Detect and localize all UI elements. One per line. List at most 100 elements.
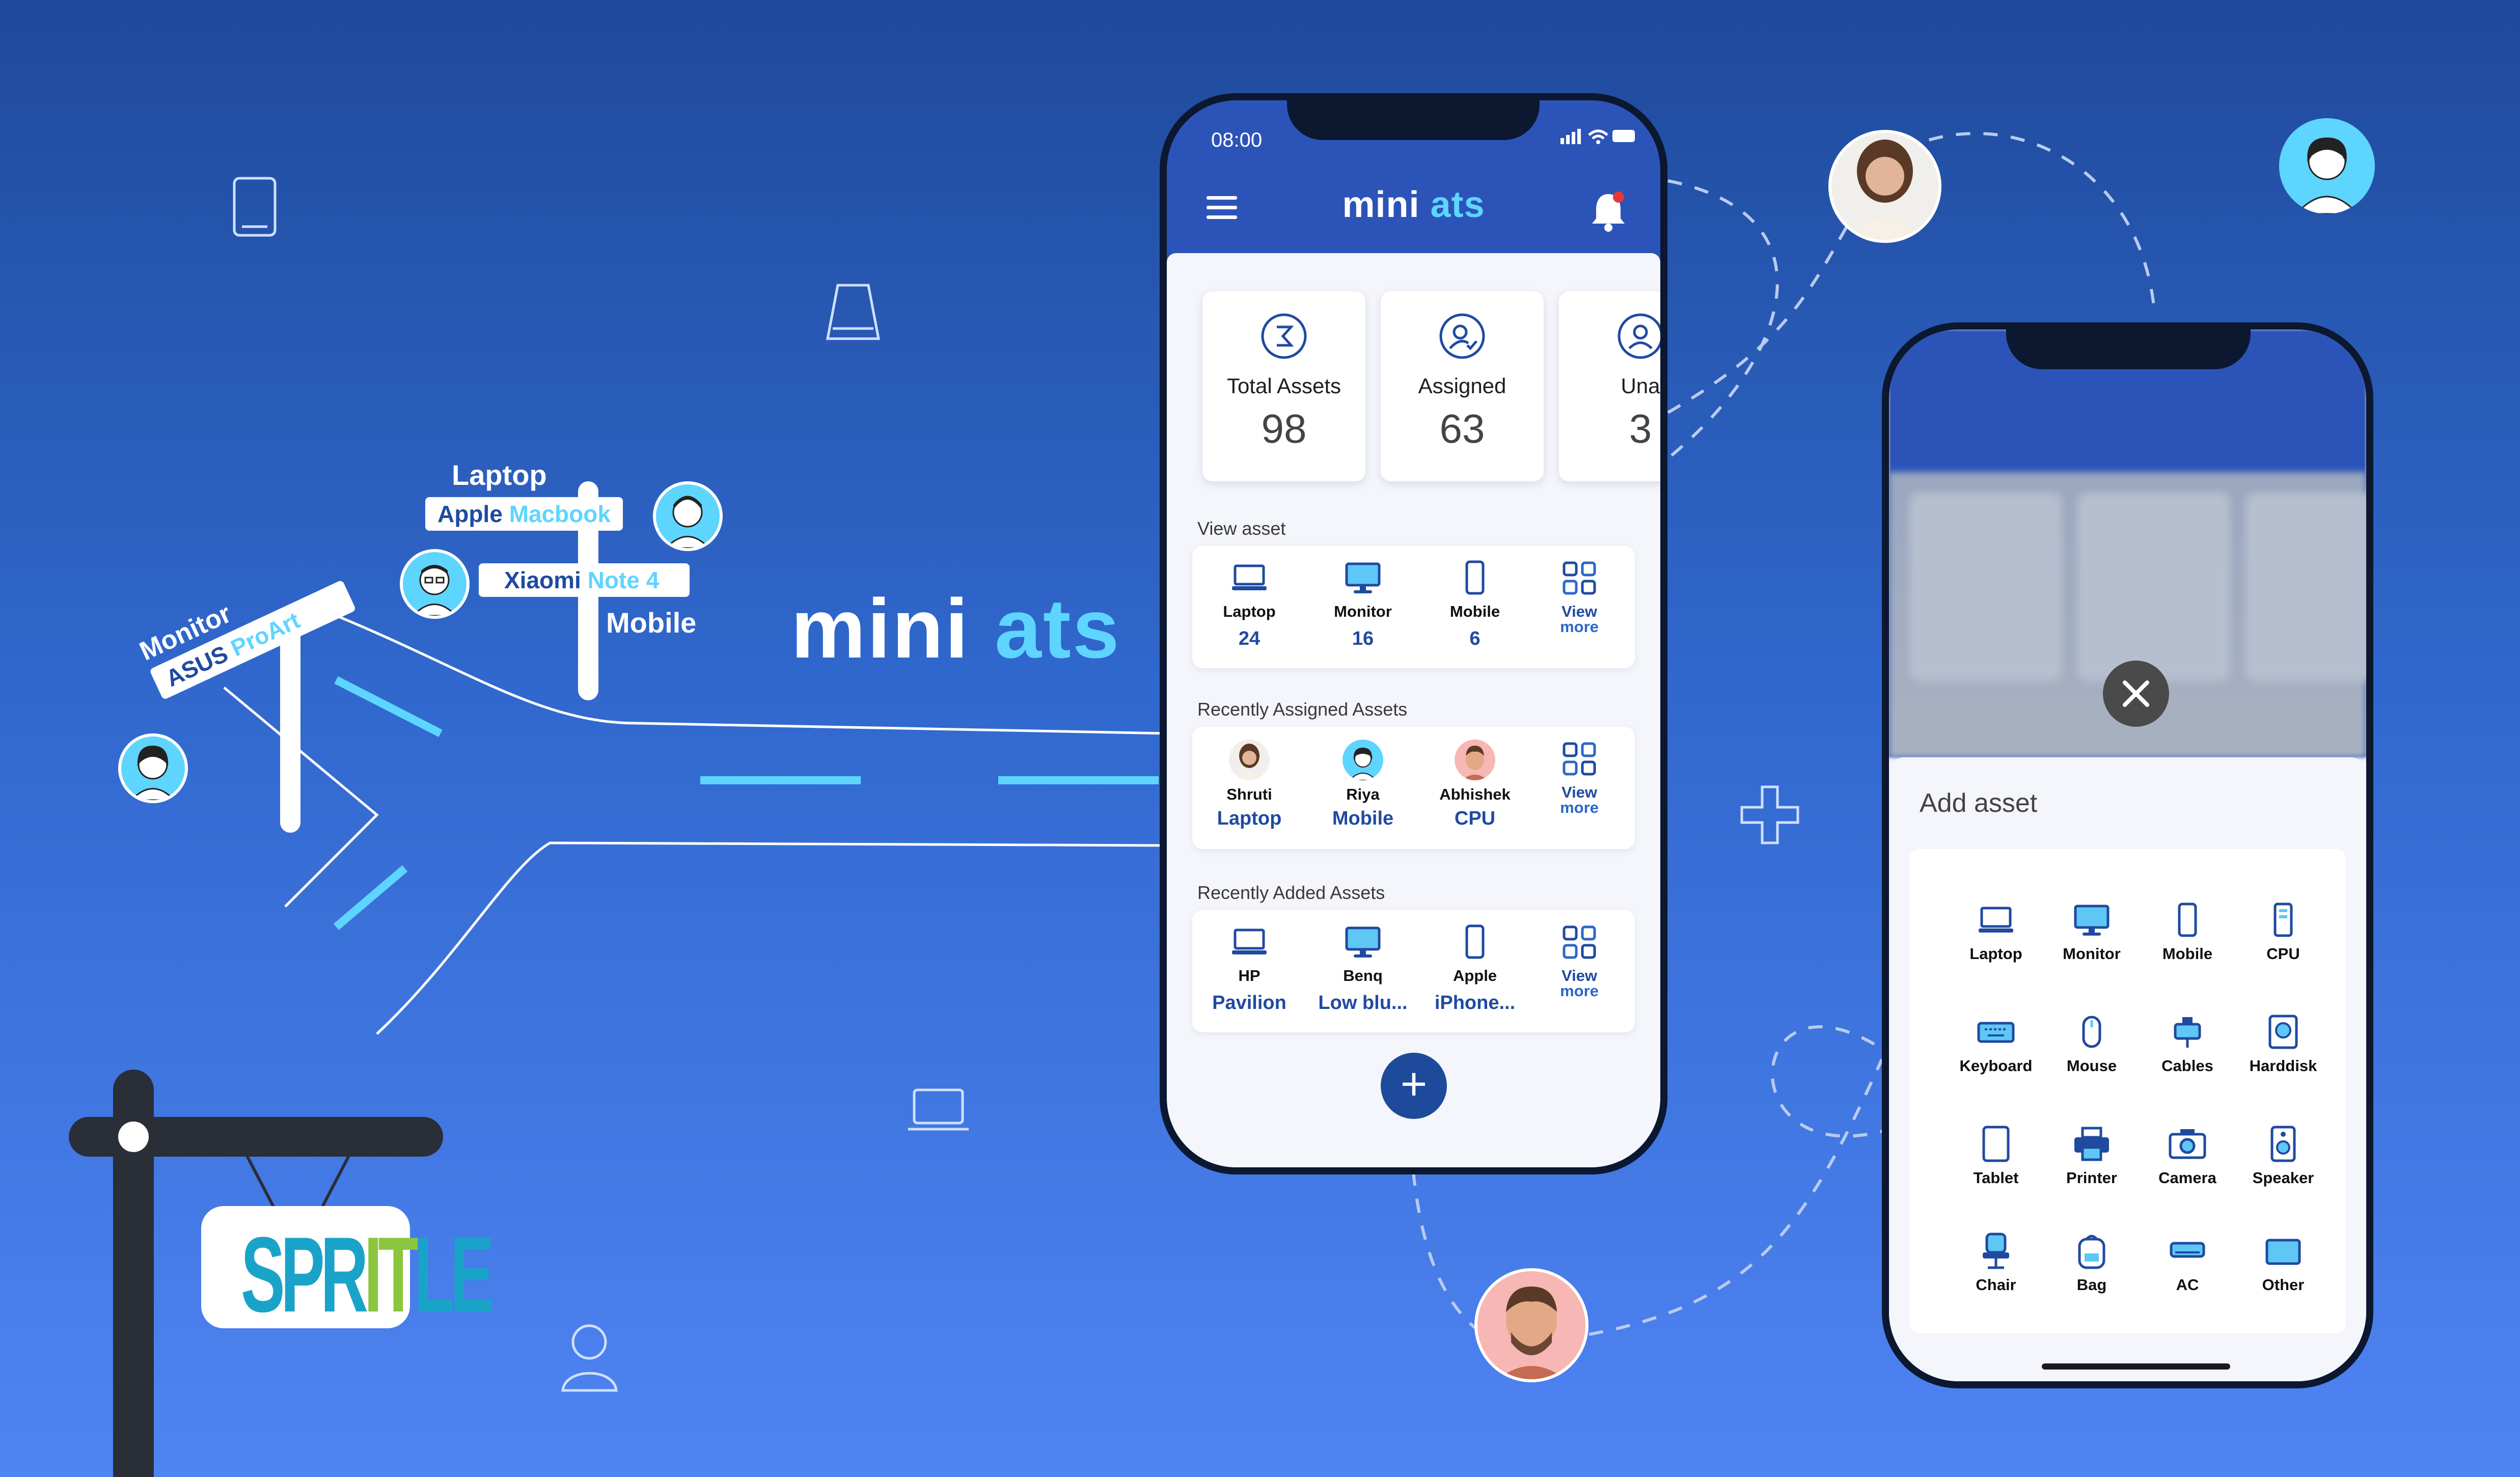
asset-option-other[interactable]: Other <box>2232 1231 2334 1294</box>
recently-assigned-card: Shruti Laptop Riya Mobile Abhishek CPU V… <box>1192 727 1635 849</box>
phone-add-asset: Add asset Laptop Monitor Mobile CPU Keyb… <box>1882 322 2373 1388</box>
logo-part-3: LE <box>414 1215 495 1334</box>
status-time: 08:00 <box>1211 129 1263 151</box>
section-title-view-asset: View asset <box>1197 518 1286 539</box>
added-item-apple[interactable]: Apple iPhone... <box>1424 923 1526 1014</box>
asset-option-label: Bag <box>2076 1276 2107 1294</box>
assigned-item-abhishek[interactable]: Abhishek CPU <box>1424 740 1526 830</box>
asset-type-grid: Laptop Monitor Mobile CPU Keyboard Mouse… <box>1909 849 2346 1333</box>
laptop-icon <box>1232 928 1267 954</box>
assigned-item-riya[interactable]: Riya Mobile <box>1312 740 1414 830</box>
spritle-wordmark: SPRITLE <box>240 1213 495 1336</box>
stat-card-unassigned[interactable]: Una 3 <box>1559 291 1660 481</box>
man-photo-avatar <box>1474 1268 1588 1382</box>
tablet-outline-icon <box>233 177 277 237</box>
laptop-outline-icon <box>908 1088 969 1131</box>
harddisk-icon <box>2268 1015 2298 1049</box>
item-brand: Benq <box>1343 967 1383 984</box>
asset-option-ac[interactable]: AC <box>2136 1231 2238 1294</box>
app-title: mini ats <box>1167 184 1660 226</box>
asset-option-label: Mobile <box>2162 945 2213 963</box>
grid-icon <box>1563 561 1596 595</box>
added-item-benq[interactable]: Benq Low blu... <box>1312 923 1414 1014</box>
asset-option-label: Mouse <box>2066 1057 2117 1075</box>
view-more-label-2: more <box>1560 799 1599 816</box>
logo-part-1: SPR <box>240 1215 368 1334</box>
brand-name: mini <box>791 582 970 675</box>
asset-option-harddisk[interactable]: Harddisk <box>2232 1012 2334 1075</box>
phone-dashboard: 08:00 mini ats Total Assets 98 Assigned … <box>1160 93 1667 1174</box>
notification-bell-icon[interactable] <box>1588 190 1629 233</box>
view-asset-laptop[interactable]: Laptop 24 <box>1198 559 1300 650</box>
asset-option-mouse[interactable]: Mouse <box>2041 1012 2143 1075</box>
asset-option-laptop[interactable]: Laptop <box>1945 900 2047 963</box>
logo-part-2: IT <box>364 1215 419 1334</box>
asset-option-mobile[interactable]: Mobile <box>2136 900 2238 963</box>
phone-notch <box>1287 100 1540 140</box>
item-model: iPhone... <box>1434 992 1516 1014</box>
cables-icon <box>2174 1017 2201 1048</box>
view-asset-monitor[interactable]: Monitor 16 <box>1312 559 1414 650</box>
dashboard-content: Total Assets 98 Assigned 63 Una 3 View a… <box>1167 253 1660 1167</box>
sign-strings <box>243 1151 353 1211</box>
recently-added-card: HP Pavilion Benq Low blu... Apple iPhone… <box>1192 910 1635 1032</box>
asset-option-speaker[interactable]: Speaker <box>2232 1124 2334 1187</box>
asset-option-cables[interactable]: Cables <box>2136 1012 2238 1075</box>
user-check-icon <box>1439 313 1485 359</box>
add-asset-fab[interactable]: + <box>1381 1053 1447 1119</box>
grid-icon <box>1563 925 1596 959</box>
monitor-icon <box>2074 905 2110 936</box>
view-asset-mobile[interactable]: Mobile 6 <box>1424 559 1526 650</box>
asset-option-keyboard[interactable]: Keyboard <box>1945 1012 2047 1075</box>
view-more-added[interactable]: View more <box>1528 923 1630 1000</box>
laptop-sign-model: Macbook <box>509 501 611 527</box>
view-more-label-2: more <box>1560 982 1599 1000</box>
brand-wordmark: mini ats <box>791 581 1121 677</box>
view-more-assets[interactable]: View more <box>1528 559 1630 636</box>
user-icon <box>1618 313 1660 359</box>
monitor-icon <box>1345 926 1381 958</box>
close-button[interactable] <box>2103 661 2169 727</box>
view-more-label-2: more <box>1560 618 1599 636</box>
abhishek-avatar <box>1455 740 1495 780</box>
phone-notch <box>2006 330 2251 369</box>
mobile-sign-model: Note 4 <box>587 567 660 593</box>
plus-outline-icon <box>1740 785 1799 844</box>
asset-option-cpu[interactable]: CPU <box>2232 900 2334 963</box>
printer-icon <box>2074 1127 2109 1161</box>
asset-option-label: Laptop <box>1969 945 2022 963</box>
stat-label: Una <box>1621 374 1660 398</box>
chair-icon <box>1983 1233 2009 1269</box>
asset-option-monitor[interactable]: Monitor <box>2041 900 2143 963</box>
app-title-accent: ats <box>1430 184 1485 225</box>
view-more-assigned[interactable]: View more <box>1528 740 1630 817</box>
asset-option-chair[interactable]: Chair <box>1945 1231 2047 1294</box>
blurred-card <box>1909 493 2062 681</box>
assigned-asset: Laptop <box>1217 808 1282 829</box>
stat-card-total[interactable]: Total Assets 98 <box>1202 291 1365 481</box>
camera-icon <box>2169 1129 2206 1159</box>
stat-value: 63 <box>1439 406 1485 451</box>
asset-option-label: Camera <box>2158 1169 2216 1187</box>
app-title-main: mini <box>1342 184 1420 225</box>
close-icon <box>2123 680 2149 707</box>
shruti-avatar <box>1229 740 1270 780</box>
item-brand: Apple <box>1453 967 1497 984</box>
bag-icon <box>2078 1235 2105 1269</box>
stat-label: Total Assets <box>1226 374 1341 398</box>
signpost-pole-left <box>280 611 300 833</box>
asset-option-bag[interactable]: Bag <box>2041 1231 2143 1294</box>
tablet-icon <box>1982 1126 2010 1162</box>
asset-option-camera[interactable]: Camera <box>2136 1124 2238 1187</box>
assigned-item-shruti[interactable]: Shruti Laptop <box>1198 740 1300 830</box>
laptop-sign-brand: Apple <box>437 501 503 527</box>
added-item-hp[interactable]: HP Pavilion <box>1198 923 1300 1014</box>
asset-option-tablet[interactable]: Tablet <box>1945 1124 2047 1187</box>
section-title-recently-added: Recently Added Assets <box>1197 882 1385 903</box>
stat-card-assigned[interactable]: Assigned 63 <box>1381 291 1544 481</box>
asset-option-label: AC <box>2176 1276 2199 1294</box>
assigned-asset: CPU <box>1454 808 1496 829</box>
asset-option-printer[interactable]: Printer <box>2041 1124 2143 1187</box>
asset-option-label: Printer <box>2066 1169 2117 1187</box>
mobile-sign-brand: Xiaomi <box>504 567 581 593</box>
